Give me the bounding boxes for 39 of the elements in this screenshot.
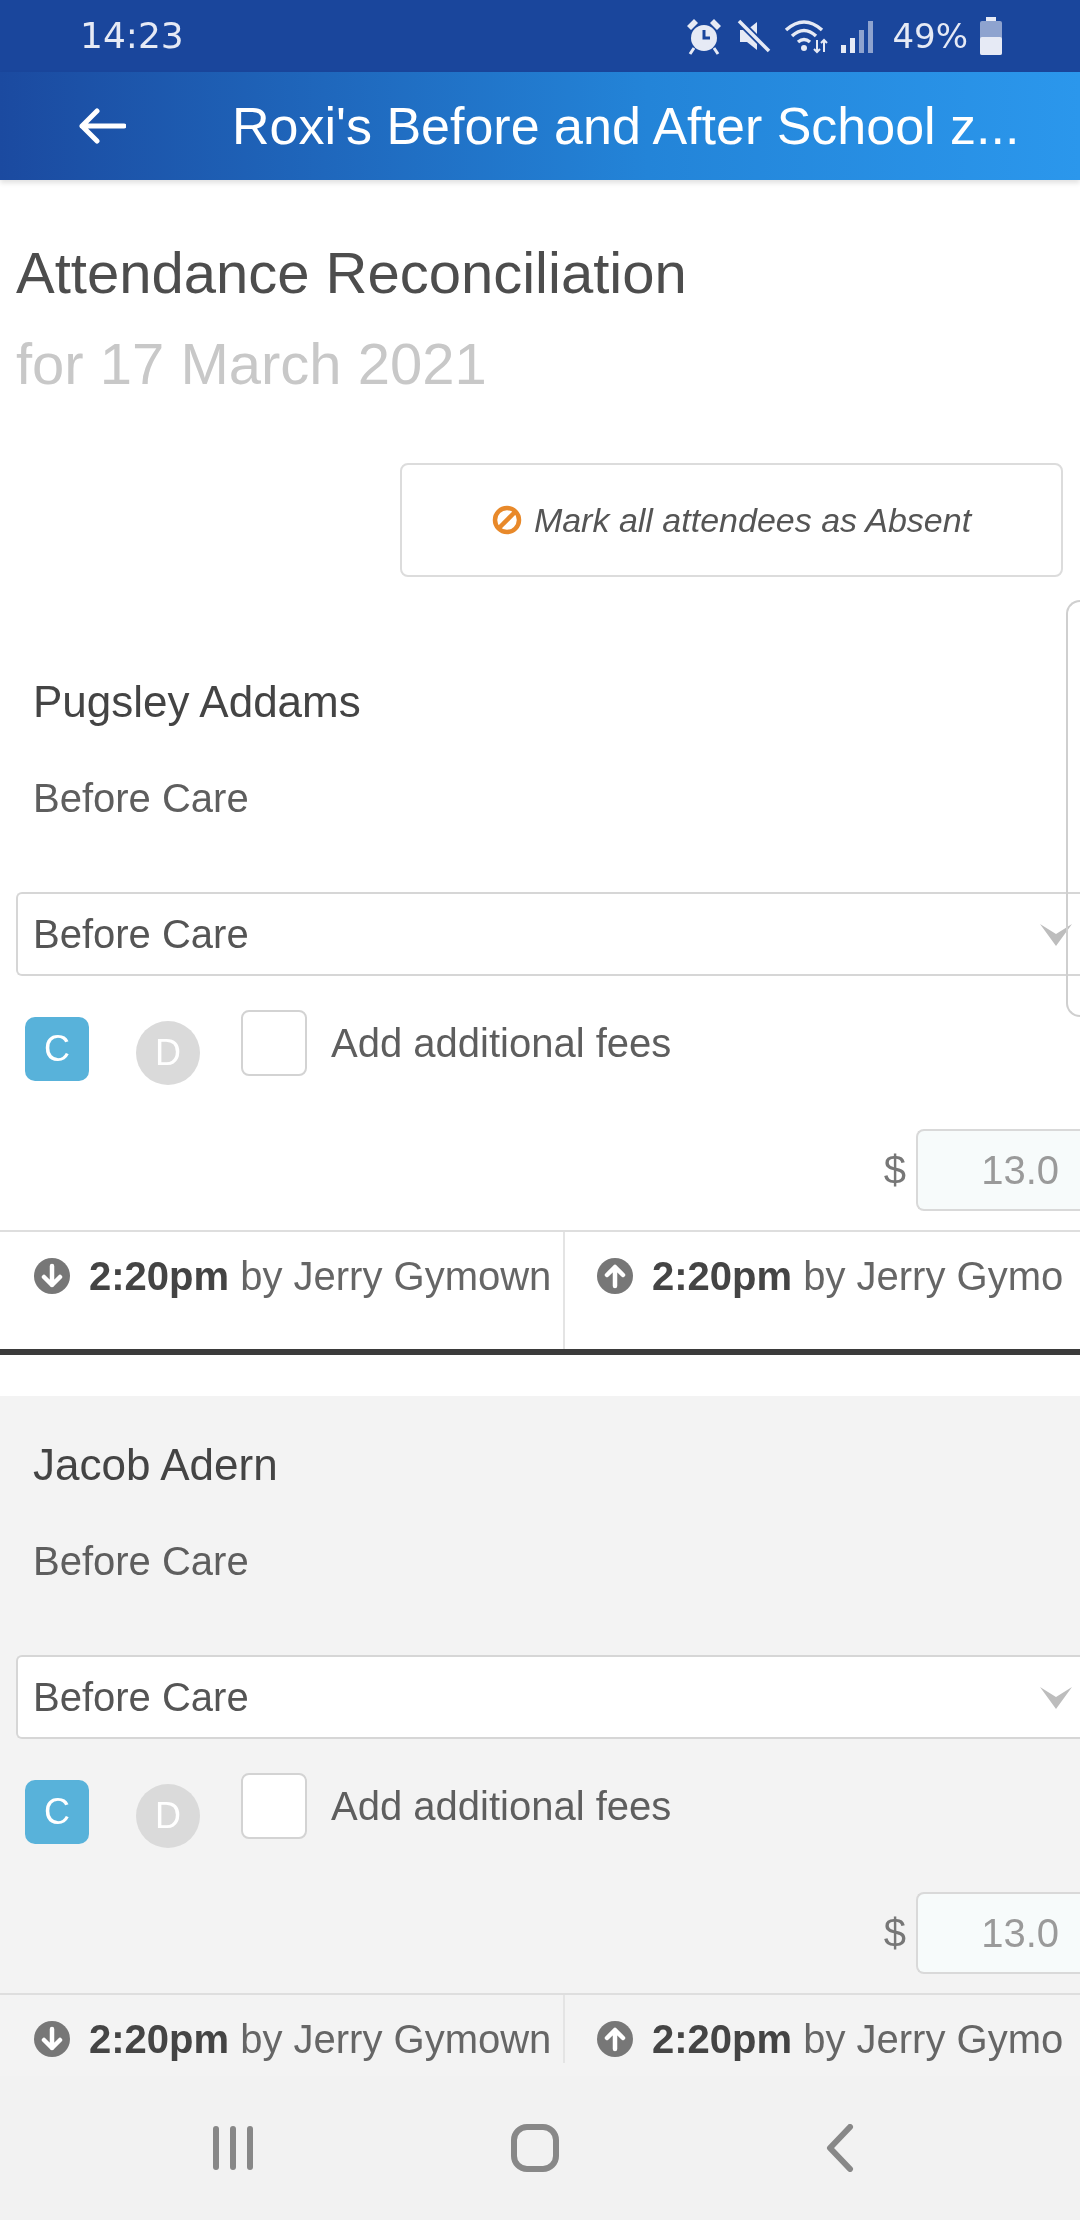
amount-field[interactable]: 13.0 <box>916 1892 1080 1974</box>
currency-symbol: $ <box>883 1910 906 1957</box>
wifi-icon <box>784 18 829 54</box>
chevron-left-icon[interactable] <box>826 2124 854 2172</box>
arrow-down-circle-icon <box>34 1258 70 1294</box>
fees-label: Add additional fees <box>331 1783 672 1830</box>
session-select[interactable]: Before Care <box>16 892 1080 976</box>
fees-checkbox[interactable] <box>241 1010 307 1076</box>
mark-absent-button[interactable]: Mark all attendees as Absent <box>400 463 1063 577</box>
back-button[interactable] <box>78 108 126 144</box>
signal-icon <box>840 19 875 53</box>
ban-icon <box>491 505 522 535</box>
arrow-up-circle-icon <box>597 1258 633 1294</box>
app-title: Roxi's Before and After School z... <box>232 96 1020 157</box>
arrow-up-circle-icon <box>597 2021 633 2057</box>
time-entry: 2:20pm by Jerry Gymo <box>652 1253 1064 1300</box>
currency-symbol: $ <box>883 1147 906 1194</box>
battery-icon <box>980 17 1002 55</box>
session-select[interactable]: Before Care <box>16 1655 1080 1739</box>
attendee-name: Jacob Adern <box>33 1439 278 1491</box>
fees-checkbox[interactable] <box>241 1773 307 1839</box>
time-entry: 2:20pm by Jerry Gymown <box>89 2016 552 2063</box>
battery-percentage: 49% <box>892 15 968 57</box>
rounded-square-icon[interactable] <box>511 2124 559 2172</box>
page-title: Attendance Reconciliation <box>16 239 688 306</box>
status-time: 14:23 <box>80 14 184 58</box>
option-toggle[interactable]: C <box>25 1017 89 1081</box>
vertical-bars-icon[interactable] <box>210 2125 256 2171</box>
session-label: Before Care <box>33 775 249 822</box>
arrow-left-icon <box>78 108 126 144</box>
muted-speaker-icon <box>736 18 773 54</box>
time-entry: 2:20pm by Jerry Gymo <box>652 2016 1064 2063</box>
time-entry: 2:20pm by Jerry Gymown <box>89 1253 552 1300</box>
fees-label: Add additional fees <box>331 1020 672 1067</box>
session-label: Before Care <box>33 1538 249 1585</box>
amount-field[interactable]: 13.0 <box>916 1129 1080 1211</box>
arrow-down-circle-icon <box>34 2021 70 2057</box>
option-toggle[interactable]: C <box>25 1780 89 1844</box>
attendee-name: Pugsley Addams <box>33 676 361 728</box>
